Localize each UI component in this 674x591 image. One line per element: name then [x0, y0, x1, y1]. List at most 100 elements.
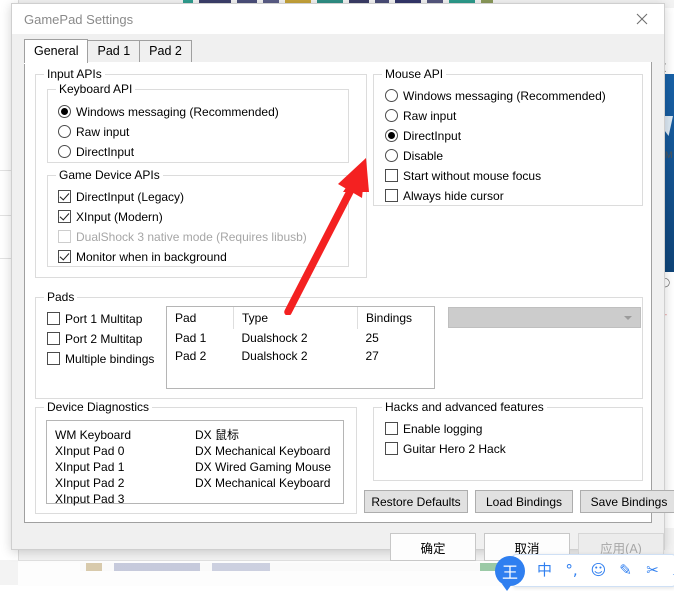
checkbox-indicator: [58, 210, 71, 223]
close-button[interactable]: [619, 4, 664, 34]
option-label: Start without mouse focus: [403, 169, 541, 183]
scissors-icon[interactable]: ✂: [639, 563, 666, 578]
pads-table[interactable]: Pad Type Bindings Pad 1 Dualshock 2 25 P…: [166, 306, 435, 389]
checkbox-indicator: [47, 332, 60, 345]
game-device-directinput-legacy-checkbox[interactable]: DirectInput (Legacy): [58, 188, 184, 205]
option-label: Disable: [403, 149, 443, 163]
tab-pad-1[interactable]: Pad 1: [87, 40, 140, 63]
cloud-icon[interactable]: ☁: [666, 563, 674, 578]
pad-type-dropdown[interactable]: [448, 307, 641, 328]
pads-port2-multitap-checkbox[interactable]: Port 2 Multitap: [47, 330, 142, 347]
game-device-monitor-background-checkbox[interactable]: Monitor when in background: [58, 248, 227, 265]
gamepad-settings-dialog: GamePad Settings General Pad 1 Pad 2 Inp…: [11, 3, 665, 550]
pen-icon[interactable]: ✎: [612, 563, 639, 578]
list-item: WM Keyboard: [55, 427, 195, 443]
mouse-api-windows-messaging-radio[interactable]: Windows messaging (Recommended): [385, 87, 606, 104]
game-device-xinput-modern-checkbox[interactable]: XInput (Modern): [58, 208, 163, 225]
ime-toolbar[interactable]: 王 中 °, ☺ ✎ ✂ ☁: [512, 554, 674, 587]
option-label: Windows messaging (Recommended): [403, 89, 606, 103]
mouse-api-always-hide-cursor-checkbox[interactable]: Always hide cursor: [385, 187, 504, 204]
ok-button[interactable]: 确定: [390, 533, 476, 561]
option-label: Always hide cursor: [403, 189, 504, 203]
option-label: Raw input: [403, 109, 456, 123]
radio-indicator: [385, 89, 398, 102]
option-label: DirectInput (Legacy): [76, 190, 184, 204]
pads-legend: Pads: [44, 290, 77, 304]
mouse-api-directinput-radio[interactable]: DirectInput: [385, 127, 461, 144]
emoji-icon[interactable]: ☺: [585, 563, 612, 578]
column-header-bindings[interactable]: Bindings: [358, 307, 435, 329]
radio-indicator: [385, 149, 398, 162]
keyboard-api-group: Keyboard API Windows messaging (Recommen…: [47, 89, 349, 163]
cell-pad: Pad 1: [167, 329, 234, 347]
checkbox-indicator: [58, 250, 71, 263]
restore-defaults-button[interactable]: Restore Defaults: [364, 490, 468, 513]
list-item: DX Mechanical Keyboard: [195, 443, 335, 459]
keyboard-api-directinput-radio[interactable]: DirectInput: [58, 143, 134, 160]
device-diagnostics-list[interactable]: WM Keyboard XInput Pad 0 XInput Pad 1 XI…: [46, 420, 344, 504]
tab-general[interactable]: General: [24, 39, 88, 63]
table-row[interactable]: Pad 2 Dualshock 2 27: [167, 347, 434, 365]
list-item: XInput Pad 0: [55, 443, 195, 459]
input-apis-legend: Input APIs: [44, 67, 105, 81]
device-diagnostics-group: Device Diagnostics WM Keyboard XInput Pa…: [35, 407, 357, 514]
checkbox-indicator: [385, 422, 398, 435]
game-device-dualshock3-native-checkbox: DualShock 3 native mode (Requires libusb…: [58, 228, 307, 245]
radio-indicator: [58, 105, 71, 118]
mouse-api-disable-radio[interactable]: Disable: [385, 147, 443, 164]
hacks-guitar-hero-2-checkbox[interactable]: Guitar Hero 2 Hack: [385, 440, 506, 457]
close-x-icon: [636, 13, 648, 25]
checkbox-indicator: [58, 230, 71, 243]
mouse-api-legend: Mouse API: [382, 67, 446, 81]
mouse-api-group: Mouse API Windows messaging (Recommended…: [373, 74, 643, 206]
list-item: XInput Pad 3: [55, 491, 195, 507]
radio-indicator: [385, 129, 398, 142]
hacks-legend: Hacks and advanced features: [382, 400, 547, 414]
sogou-ime-logo-icon[interactable]: 王: [495, 556, 525, 586]
list-item: DX Mechanical Keyboard: [195, 475, 335, 491]
option-label: XInput (Modern): [76, 210, 163, 224]
option-label: Raw input: [76, 125, 129, 139]
cell-bindings: 25: [358, 329, 435, 347]
pads-port1-multitap-checkbox[interactable]: Port 1 Multitap: [47, 310, 142, 327]
cell-pad: Pad 2: [167, 347, 234, 365]
option-label: Port 2 Multitap: [65, 332, 142, 346]
window-title: GamePad Settings: [24, 12, 133, 27]
radio-indicator: [58, 125, 71, 138]
option-label: DualShock 3 native mode (Requires libusb…: [76, 230, 307, 244]
title-bar: GamePad Settings: [12, 4, 664, 34]
ime-items: 中 °, ☺ ✎ ✂ ☁: [531, 563, 674, 578]
checkbox-indicator: [47, 352, 60, 365]
table-header-row: Pad Type Bindings: [167, 307, 434, 329]
cell-bindings: 27: [358, 347, 435, 365]
save-bindings-button[interactable]: Save Bindings: [580, 490, 674, 513]
column-header-pad[interactable]: Pad: [167, 307, 234, 329]
cell-type: Dualshock 2: [234, 347, 358, 365]
tab-pad-2[interactable]: Pad 2: [139, 40, 192, 63]
keyboard-api-legend: Keyboard API: [56, 82, 135, 96]
option-label: Monitor when in background: [76, 250, 227, 264]
checkbox-indicator: [385, 189, 398, 202]
tab-strip: General Pad 1 Pad 2: [24, 40, 652, 64]
chinese-mode-icon[interactable]: 中: [531, 563, 558, 578]
option-label: DirectInput: [403, 129, 461, 143]
radio-indicator: [385, 109, 398, 122]
pads-multiple-bindings-checkbox[interactable]: Multiple bindings: [47, 350, 154, 367]
hacks-group: Hacks and advanced features Enable loggi…: [373, 407, 643, 481]
list-item: XInput Pad 1: [55, 459, 195, 475]
mouse-api-raw-input-radio[interactable]: Raw input: [385, 107, 456, 124]
mouse-api-start-without-focus-checkbox[interactable]: Start without mouse focus: [385, 167, 541, 184]
diagnostics-column-right: DX 鼠标 DX Mechanical Keyboard DX Wired Ga…: [195, 427, 335, 507]
table-row[interactable]: Pad 1 Dualshock 2 25: [167, 329, 434, 347]
option-label: Enable logging: [403, 422, 482, 436]
hacks-enable-logging-checkbox[interactable]: Enable logging: [385, 420, 482, 437]
keyboard-api-windows-messaging-radio[interactable]: Windows messaging (Recommended): [58, 103, 279, 120]
option-label: Guitar Hero 2 Hack: [403, 442, 506, 456]
keyboard-api-raw-input-radio[interactable]: Raw input: [58, 123, 129, 140]
load-bindings-button[interactable]: Load Bindings: [475, 490, 573, 513]
list-item: DX Wired Gaming Mouse: [195, 459, 335, 475]
column-header-type[interactable]: Type: [234, 307, 358, 329]
option-label: Windows messaging (Recommended): [76, 105, 279, 119]
list-item: XInput Pad 2: [55, 475, 195, 491]
punctuation-icon[interactable]: °,: [558, 563, 585, 578]
